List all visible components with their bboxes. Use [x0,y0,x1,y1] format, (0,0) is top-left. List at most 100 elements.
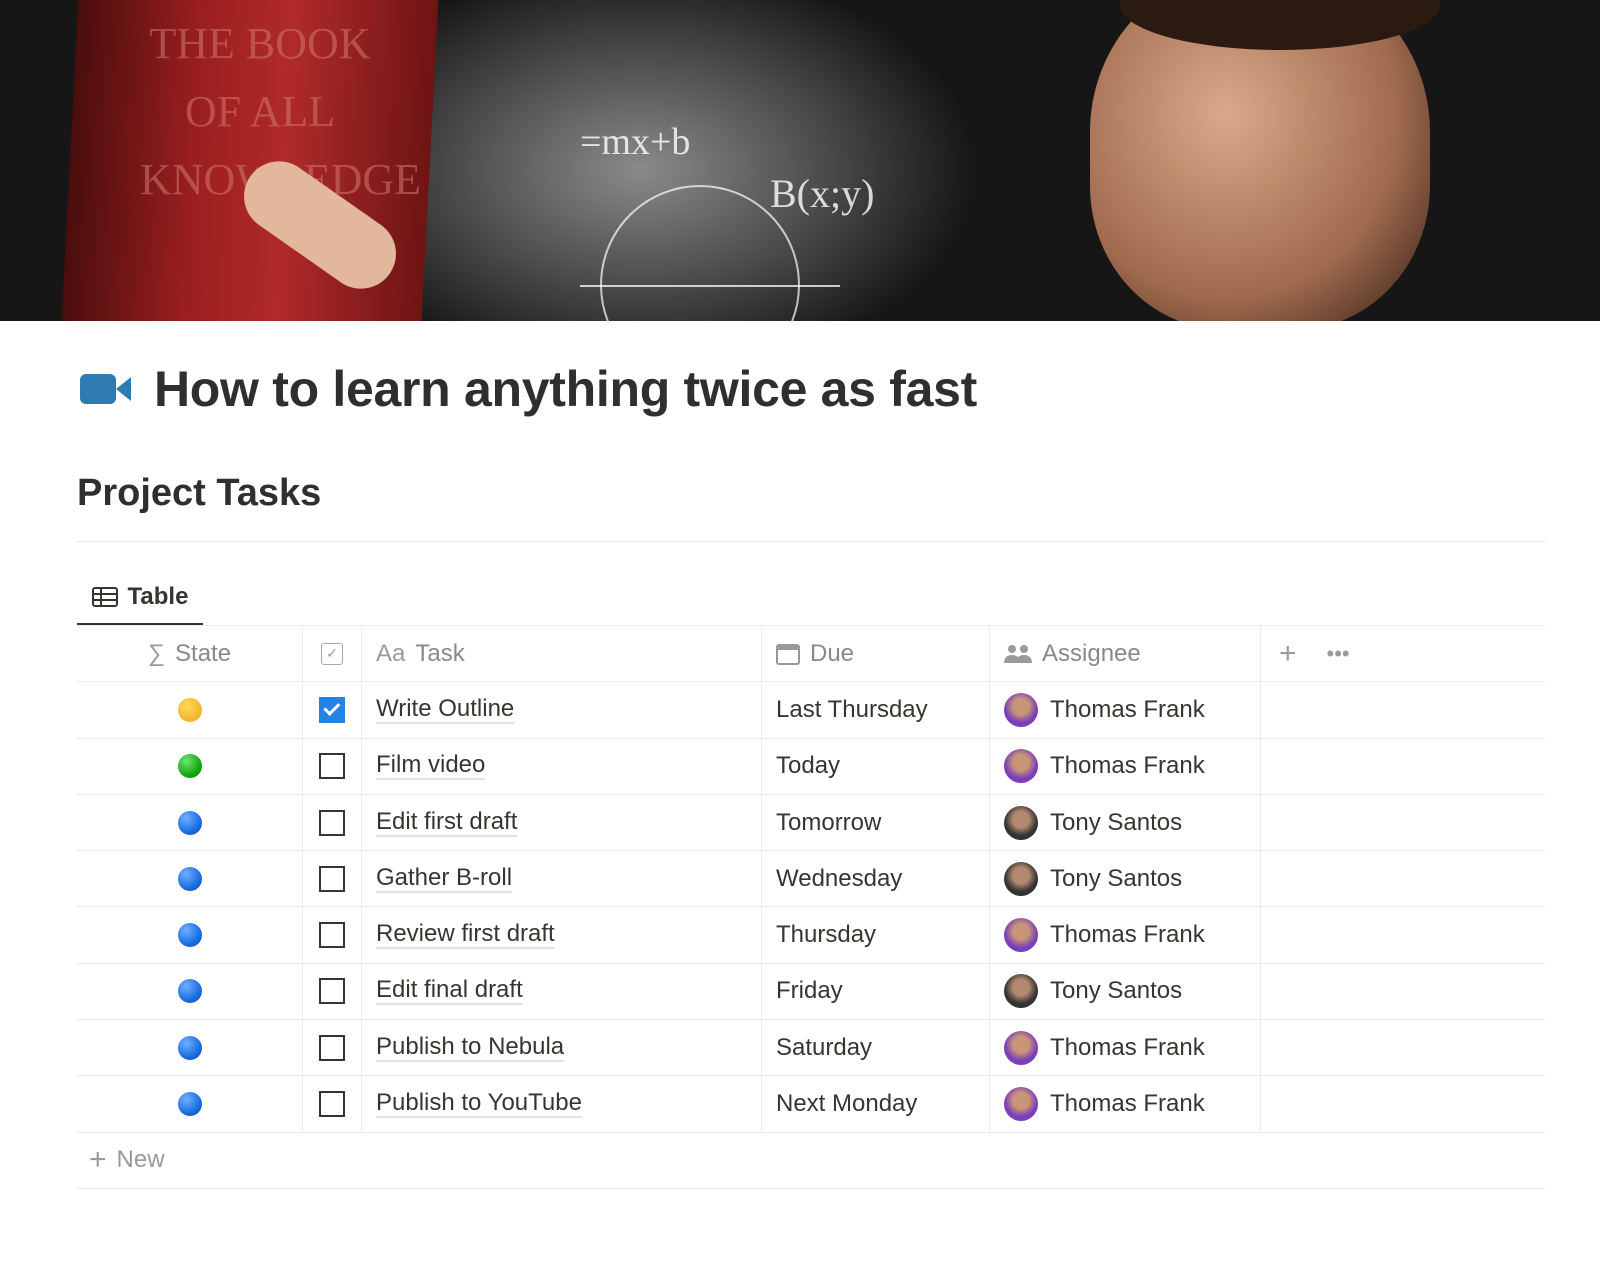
avatar [1004,861,1038,896]
header-label: State [175,639,232,667]
empty-cell [1261,1076,1545,1131]
new-row-button[interactable]: + New [77,1133,1545,1189]
done-cell [303,851,362,907]
column-header-task[interactable]: Aa Task [362,626,762,682]
cover-image: THE BOOK OF ALL KNOWLEDGE =mx+b B(x;y) [0,0,1600,321]
task-cell[interactable]: Edit first draft [362,794,762,851]
assignee-cell[interactable]: Thomas Frank [990,1076,1261,1132]
task-link[interactable]: Publish to YouTube [376,1090,582,1119]
column-header-done[interactable]: ✓ [303,626,362,682]
task-cell[interactable]: Write Outline [362,682,762,738]
empty-cell [1261,907,1545,962]
people-icon [1004,644,1032,663]
task-link[interactable]: Write Outline [376,695,515,724]
tab-table-view[interactable]: Table [77,570,203,626]
blue-circle-icon [177,810,202,835]
table-row[interactable]: Publish to YouTube Next Monday Thomas Fr… [77,1076,1545,1133]
assignee-name: Thomas Frank [1050,1090,1205,1118]
column-actions: + ••• [1261,626,1545,681]
task-link[interactable]: Film video [376,752,486,781]
table-header-row: ∑ State ✓ Aa Task Due Assignee + ••• [77,626,1545,683]
text-property-icon: Aa [376,639,406,667]
add-property-icon[interactable]: + [1279,637,1297,671]
done-checkbox[interactable] [319,865,345,892]
state-cell [77,1076,303,1132]
task-link[interactable]: Edit first draft [376,808,518,837]
due-date: Today [776,752,841,780]
column-header-state[interactable]: ∑ State [77,626,303,682]
avatar [1004,749,1038,784]
due-cell[interactable]: Friday [762,963,990,1020]
page-title[interactable]: How to learn anything twice as fast [154,360,977,418]
empty-cell [1261,1020,1545,1075]
header-label: Due [810,639,855,667]
section-title[interactable]: Project Tasks [77,472,321,515]
blue-circle-icon [177,979,202,1004]
state-cell [77,682,303,738]
task-cell[interactable]: Review first draft [362,907,762,963]
video-camera-icon[interactable] [78,372,134,406]
assignee-cell[interactable]: Tony Santos [990,794,1261,851]
avatar [1004,974,1038,1009]
empty-cell [1261,739,1545,794]
due-cell[interactable]: Saturday [762,1020,990,1076]
state-cell [77,907,303,963]
done-cell [303,738,362,794]
task-link[interactable]: Publish to Nebula [376,1033,565,1062]
task-cell[interactable]: Edit final draft [362,963,762,1020]
assignee-name: Thomas Frank [1050,752,1205,780]
state-cell [77,851,303,907]
task-cell[interactable]: Publish to YouTube [362,1076,762,1132]
done-checkbox[interactable] [319,1034,345,1061]
done-checkbox[interactable] [319,1091,345,1118]
task-cell[interactable]: Film video [362,738,762,794]
assignee-cell[interactable]: Tony Santos [990,963,1261,1020]
formula-text: B(x;y) [770,171,875,216]
due-cell[interactable]: Next Monday [762,1076,990,1132]
assignee-cell[interactable]: Thomas Frank [990,907,1261,963]
blue-circle-icon [177,866,202,891]
task-link[interactable]: Review first draft [376,921,555,950]
empty-cell [1261,682,1545,737]
task-link[interactable]: Edit final draft [376,977,523,1006]
due-cell[interactable]: Wednesday [762,851,990,907]
table-row[interactable]: Write Outline Last Thursday Thomas Frank [77,682,1545,739]
column-header-assignee[interactable]: Assignee [990,626,1261,682]
due-cell[interactable]: Thursday [762,907,990,963]
assignee-cell[interactable]: Tony Santos [990,851,1261,907]
done-checkbox[interactable] [319,809,345,836]
done-checkbox[interactable] [319,753,345,780]
state-cell [77,1020,303,1076]
avatar [1004,1030,1038,1065]
table-row[interactable]: Gather B-roll Wednesday Tony Santos [77,851,1545,908]
column-header-due[interactable]: Due [762,626,990,682]
due-cell[interactable]: Last Thursday [762,682,990,738]
done-checkbox[interactable] [319,922,345,949]
table-row[interactable]: Film video Today Thomas Frank [77,738,1545,795]
assignee-name: Tony Santos [1050,864,1183,892]
assignee-cell[interactable]: Thomas Frank [990,682,1261,738]
due-cell[interactable]: Today [762,738,990,794]
avatar [1004,805,1038,840]
table-row[interactable]: Edit final draft Friday Tony Santos [77,963,1545,1021]
table-row[interactable]: Review first draft Thursday Thomas Frank [77,907,1545,964]
table-row[interactable]: Edit first draft Tomorrow Tony Santos [77,794,1545,852]
assignee-cell[interactable]: Thomas Frank [990,1020,1261,1076]
divider [77,541,1545,542]
table-row[interactable]: Publish to Nebula Saturday Thomas Frank [77,1020,1545,1077]
due-date: Next Monday [776,1090,918,1118]
task-link[interactable]: Gather B-roll [376,864,513,893]
done-checkbox[interactable] [319,978,345,1005]
assignee-name: Thomas Frank [1050,1033,1205,1061]
header-label: Task [415,639,465,667]
due-cell[interactable]: Tomorrow [762,794,990,851]
task-cell[interactable]: Gather B-roll [362,851,762,907]
done-checkbox[interactable] [319,696,345,723]
due-date: Saturday [776,1033,873,1061]
task-cell[interactable]: Publish to Nebula [362,1020,762,1076]
done-cell [303,1020,362,1076]
more-options-icon[interactable]: ••• [1327,641,1350,667]
assignee-cell[interactable]: Thomas Frank [990,738,1261,794]
green-circle-icon [177,754,202,779]
formula-text: =mx+b [580,121,691,163]
